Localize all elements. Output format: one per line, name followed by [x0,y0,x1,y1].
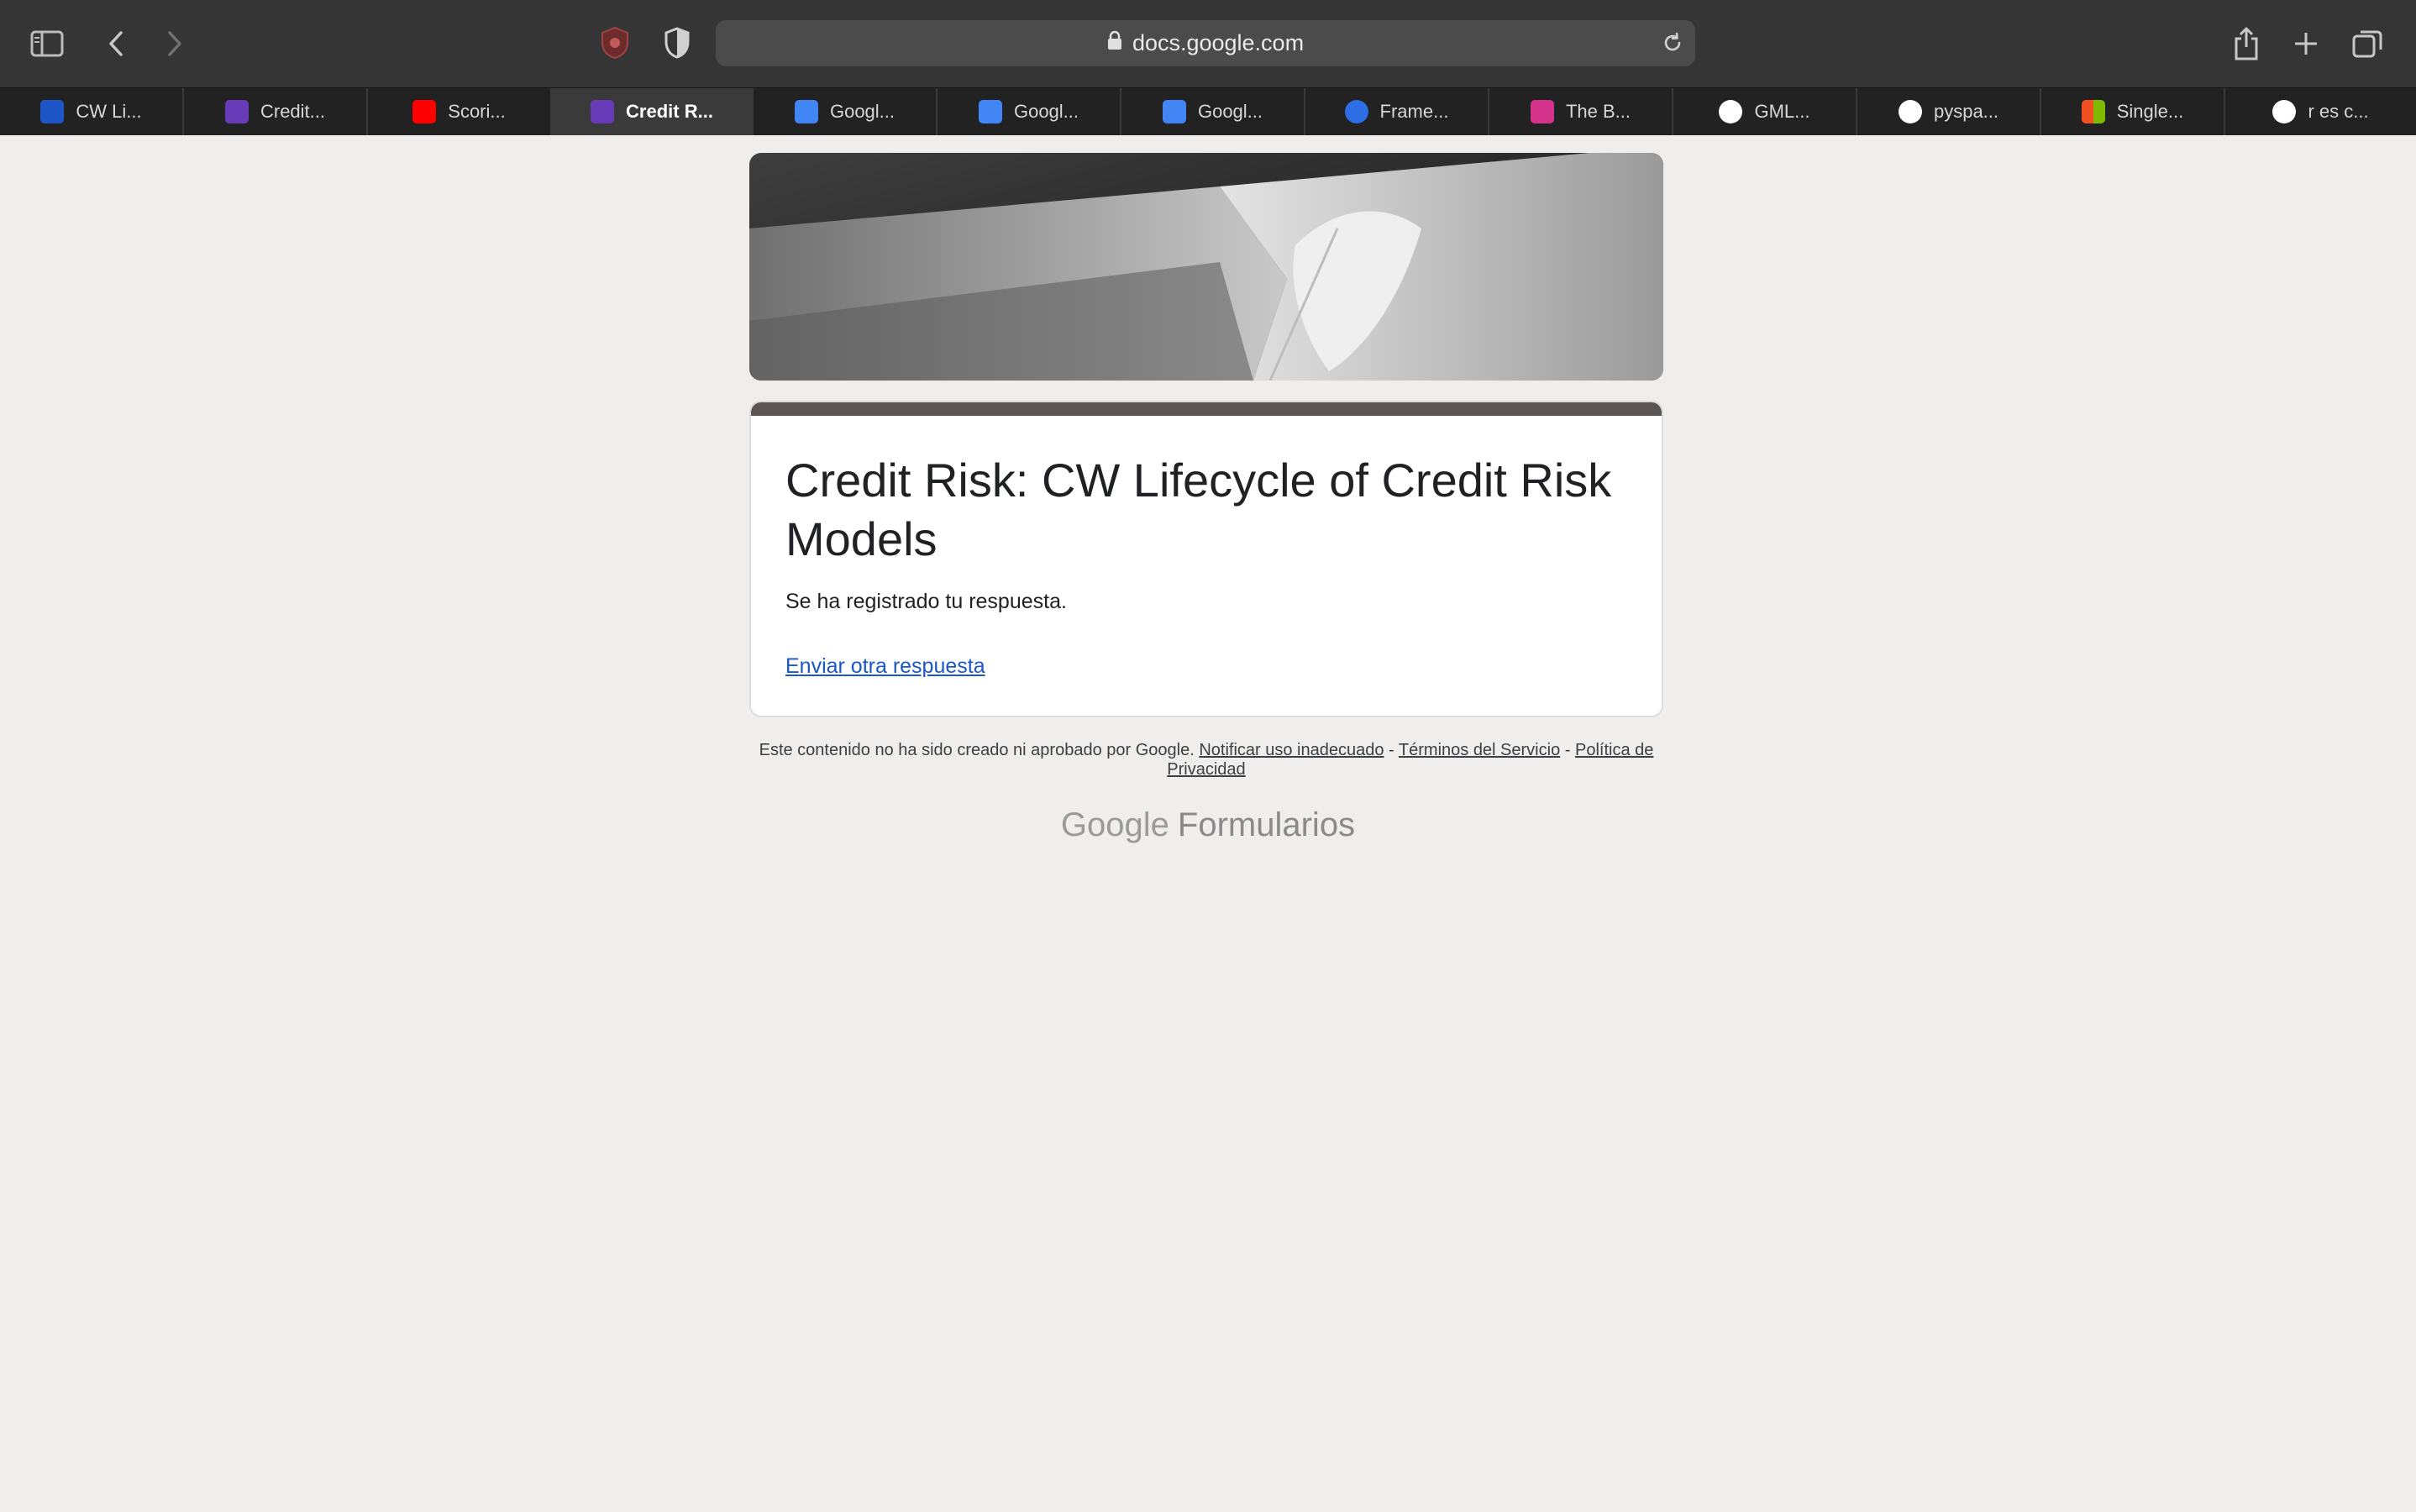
tab-google-translate-3[interactable]: Googl... [1121,88,1305,135]
form-confirmation-card: Credit Risk: CW Lifecycle of Credit Risk… [749,401,1663,717]
tab-microsoft-single[interactable]: Single... [2041,88,2225,135]
url-text: docs.google.com [1132,30,1305,55]
tab-google-pyspark[interactable]: pyspa... [1857,88,2041,135]
report-abuse-link[interactable]: Notificar uso inadecuado [1199,741,1384,759]
tab-cw-lifecycle[interactable]: CW Li... [0,88,184,135]
google-favicon-icon [2272,100,2297,123]
tab-label: Googl... [829,101,895,122]
microsoft-favicon-icon [2081,100,2105,123]
tab-label: Frame... [1379,101,1449,122]
tab-label: pyspa... [1933,101,1999,122]
tab-label: The B... [1565,101,1631,122]
tab-label: Credit R... [626,101,713,122]
separator: - [1389,741,1394,759]
tab-youtube-scoring[interactable]: Scori... [368,88,552,135]
sidebar-toggle-icon[interactable] [29,27,66,60]
google-forms-logo[interactable]: Google Formularios [0,806,2416,844]
tab-google-translate-2[interactable]: Googl... [938,88,1121,135]
separator: - [1564,741,1571,759]
tab-credit-risk-active[interactable]: Credit R... [552,88,754,135]
google-favicon-icon [1719,100,1743,123]
w-favicon-icon [1530,100,1554,123]
terms-of-service-link[interactable]: Términos del Servicio [1399,741,1560,759]
address-bar[interactable]: docs.google.com [716,20,1695,66]
browser-toolbar: docs.google.com [0,0,2416,87]
form-title: Credit Risk: CW Lifecycle of Credit Risk… [785,454,1612,565]
google-forms-favicon-icon [591,100,615,123]
tab-label: Scori... [448,101,506,122]
privacy-report-icon[interactable] [598,25,632,60]
forward-icon[interactable] [161,27,188,60]
shield-icon[interactable] [660,25,694,60]
google-translate-favicon-icon [1162,100,1186,123]
tab-label: Credit... [260,101,326,122]
reload-icon[interactable] [1662,32,1683,58]
tab-framework[interactable]: Frame... [1305,88,1489,135]
confirmation-message: Se ha registrado tu respuesta. [785,590,1067,613]
form-footer: Este contenido no ha sido creado ni apro… [758,741,1655,780]
tab-google-gml[interactable]: GML... [1673,88,1857,135]
tab-label: Single... [2116,101,2184,122]
submit-another-response-link[interactable]: Enviar otra respuesta [785,654,985,679]
share-icon[interactable] [2231,24,2261,62]
back-icon[interactable] [102,27,129,60]
tab-label: r es c... [2308,101,2369,122]
disclaimer-text: Este contenido no ha sido creado ni apro… [759,741,1195,759]
product-name: Formularios [1177,806,1356,843]
card-accent-bar [751,402,1662,416]
tab-label: Googl... [1013,101,1079,122]
cw-favicon-icon [40,100,65,123]
tab-google-r[interactable]: r es c... [2225,88,2416,135]
tab-credit-form-1[interactable]: Credit... [184,88,368,135]
google-translate-favicon-icon [794,100,818,123]
framework-favicon-icon [1344,100,1368,123]
tab-overview-icon[interactable] [2350,27,2384,60]
tab-the-b[interactable]: The B... [1489,88,1673,135]
tab-bar: CW Li... Credit... Scori... Credit R... … [0,87,2416,135]
google-favicon-icon [1898,100,1922,123]
google-forms-favicon-icon [224,100,249,123]
tab-label: CW Li... [76,101,142,122]
new-tab-icon[interactable] [2291,27,2321,60]
form-header-image [749,153,1663,381]
tab-google-translate-1[interactable]: Googl... [754,88,938,135]
youtube-favicon-icon [412,100,437,123]
tab-label: GML... [1754,101,1810,122]
lock-icon [1107,30,1122,56]
google-translate-favicon-icon [978,100,1002,123]
tab-label: Googl... [1197,101,1263,122]
google-wordmark: Google [1060,806,1169,843]
